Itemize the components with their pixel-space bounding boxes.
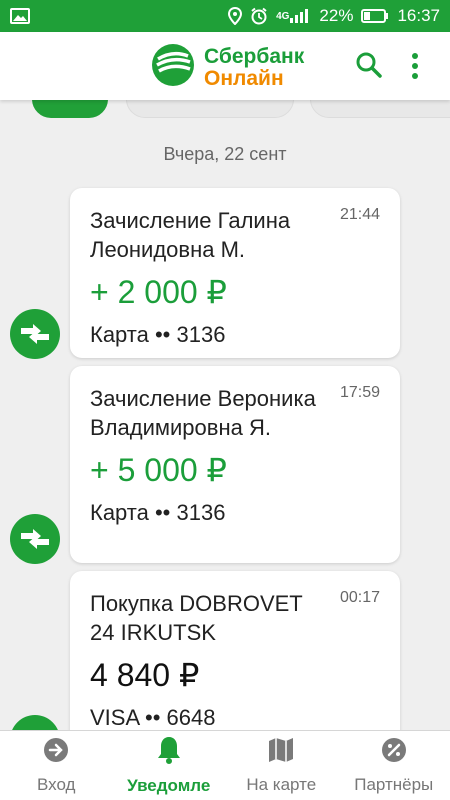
bell-icon	[156, 735, 182, 770]
app-header: Сбербанк Онлайн	[0, 32, 450, 100]
nav-item-map[interactable]: На карте	[225, 736, 337, 795]
notification-amount: + 5 000 ₽	[90, 452, 227, 488]
nav-item-partners[interactable]: Партнёры	[338, 736, 450, 795]
gallery-notification-icon	[10, 8, 30, 24]
notification-time: 17:59	[339, 384, 380, 401]
notification-title: Зачисление Вероника Владимировна Я.	[90, 386, 316, 440]
notification-amount: + 2 000 ₽	[90, 274, 227, 310]
more-menu-icon[interactable]	[410, 52, 420, 85]
date-header: Вчера, 22 сент	[163, 144, 287, 164]
search-icon[interactable]	[354, 50, 384, 85]
network-type: 4G	[276, 10, 290, 22]
nav-label: Партнёры	[354, 775, 434, 794]
notification-title: Зачисление Галина Леонидовна М.	[90, 208, 291, 262]
notification-account: VISA •• 6648	[90, 705, 216, 730]
notification-card[interactable]: Покупка DOBROVET 24 IRKUTSK 00:17 4 840 …	[70, 571, 400, 730]
brand-subname: Онлайн	[204, 66, 284, 90]
sberbank-logo: Сбербанк Онлайн	[150, 42, 304, 93]
purchase-icon	[10, 715, 60, 730]
map-icon	[267, 736, 295, 769]
incoming-transfer-icon	[10, 309, 60, 359]
nav-label: Вход	[37, 775, 76, 794]
filter-chip[interactable]	[310, 100, 450, 118]
notification-time: 00:17	[339, 589, 380, 606]
nav-label: Уведомле	[127, 776, 211, 795]
alarm-icon	[250, 7, 268, 25]
notification-time: 21:44	[339, 206, 380, 223]
notifications-feed[interactable]: Зачисление Галина Леонидовна М. 21:44 + …	[0, 186, 450, 730]
nav-label: На карте	[246, 775, 317, 794]
brand-name: Сбербанк	[204, 44, 305, 68]
status-bar: 4G 22% 16:37	[0, 0, 450, 32]
login-icon	[42, 736, 70, 769]
percent-icon	[380, 736, 408, 769]
notification-amount: 4 840 ₽	[90, 657, 200, 693]
clock: 16:37	[397, 6, 440, 25]
location-icon	[228, 7, 243, 25]
notification-account: Карта •• 3136	[90, 500, 226, 525]
notification-account: Карта •• 3136	[90, 322, 226, 347]
nav-item-login[interactable]: Вход	[0, 736, 112, 795]
filter-chips	[0, 100, 450, 128]
bottom-navigation: Вход Уведомле На карте Партнёры	[0, 730, 450, 800]
incoming-transfer-icon	[10, 514, 60, 564]
battery-icon	[361, 8, 389, 24]
signal-icon: 4G	[276, 8, 311, 24]
sberbank-logo-icon	[150, 42, 196, 93]
notification-card[interactable]: Зачисление Галина Леонидовна М. 21:44 + …	[70, 188, 400, 358]
notification-card[interactable]: Зачисление Вероника Владимировна Я. 17:5…	[70, 366, 400, 563]
nav-item-notifications[interactable]: Уведомле	[113, 735, 225, 796]
battery-percent: 22%	[319, 6, 354, 25]
filter-chip-active[interactable]	[32, 100, 108, 118]
filter-chip[interactable]	[126, 100, 294, 118]
notification-title: Покупка DOBROVET 24 IRKUTSK	[90, 591, 303, 645]
